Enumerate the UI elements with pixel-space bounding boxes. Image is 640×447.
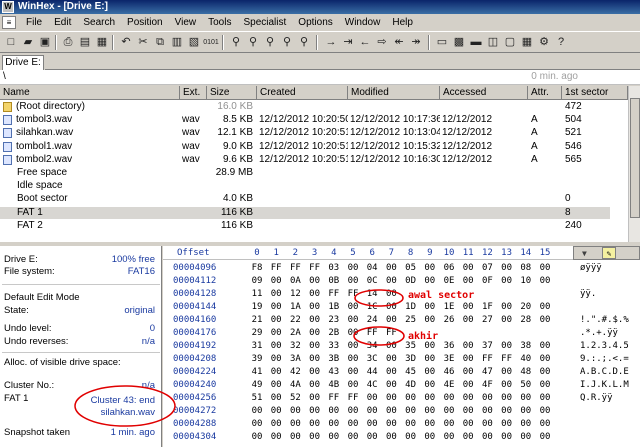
highlight-end-bytes (353, 326, 405, 346)
annotation-overlay (74, 289, 405, 427)
highlight-start-bytes (354, 289, 404, 307)
highlight-cluster-info (74, 385, 176, 427)
